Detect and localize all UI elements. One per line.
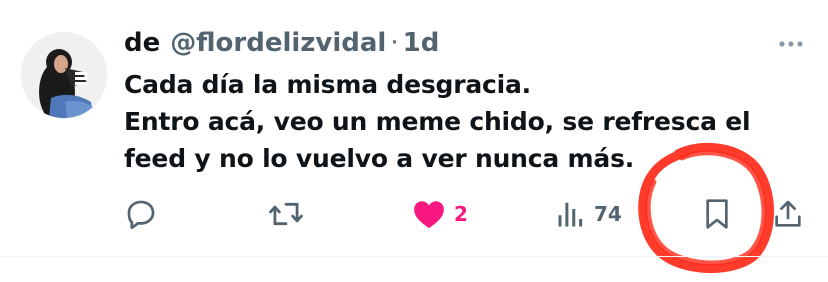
share-icon <box>775 200 801 227</box>
like-button[interactable]: 2 <box>412 194 468 234</box>
tweet-divider <box>0 256 828 257</box>
retweet-button[interactable] <box>268 194 304 234</box>
tweet-text: Cada día la misma desgracia. Entro acá, … <box>124 70 751 173</box>
timestamp[interactable]: 1d <box>403 28 440 58</box>
author-handle[interactable]: @flordelizvidal <box>170 28 386 58</box>
views-icon <box>558 202 583 227</box>
tweet-header: de @flordelizvidal · 1d <box>124 28 439 64</box>
views-button[interactable]: 74 <box>556 194 622 234</box>
share-button[interactable] <box>772 194 804 234</box>
avatar[interactable] <box>21 32 107 118</box>
retweet-icon <box>269 202 303 226</box>
separator-dot: · <box>390 28 399 58</box>
views-count: 74 <box>594 202 622 226</box>
reply-icon <box>127 200 155 230</box>
like-count: 2 <box>454 202 468 226</box>
reply-button[interactable] <box>124 194 158 234</box>
tweet[interactable]: de @flordelizvidal · 1d Cada día la mism… <box>0 0 828 282</box>
bookmark-button[interactable] <box>702 194 732 234</box>
bookmark-icon <box>706 199 728 229</box>
more-icon <box>779 41 803 47</box>
more-options-button[interactable] <box>776 34 806 54</box>
heart-icon <box>414 201 444 229</box>
avatar-image <box>21 32 107 118</box>
author-name[interactable]: de <box>124 28 160 58</box>
